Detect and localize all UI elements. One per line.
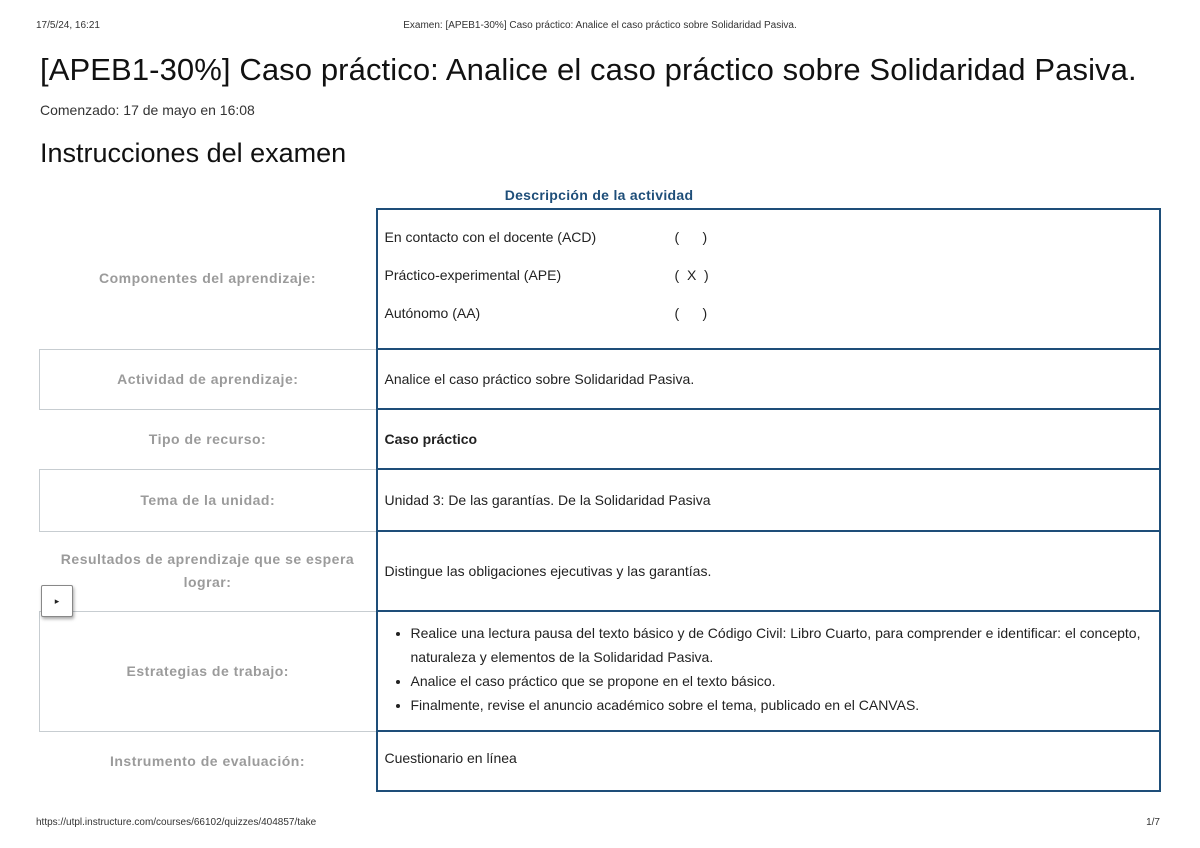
sidebar-toggle-button[interactable]: ▸ — [41, 585, 73, 617]
table-row-instrument: Instrumento de evaluación: Cuestionario … — [40, 730, 1161, 792]
page-number: 1/7 — [1146, 817, 1160, 828]
component-name: Práctico-experimental (APE) — [384, 267, 562, 283]
table-row-results: Resultados de aprendizaje que se espera … — [40, 530, 1161, 612]
unit-label: Tema de la unidad: — [39, 468, 377, 532]
list-item: Realice una lectura pausa del texto bási… — [411, 621, 1154, 669]
component-mark: ( ) — [674, 229, 708, 245]
table-row-strategies: Estrategias de trabajo: Realice una lect… — [39, 610, 1161, 732]
started-label: Comenzado: — [40, 102, 120, 118]
components-label: Componentes del aprendizaje: — [98, 270, 317, 287]
table-row-unit: Tema de la unidad: Unidad 3: De las gara… — [39, 468, 1161, 532]
activity-label: Actividad de aprendizaje: — [39, 348, 377, 410]
list-item: Analice el caso práctico que se propone … — [411, 669, 1154, 693]
component-mark: ( X ) — [674, 267, 709, 283]
page-title: [APEB1-30%] Caso práctico: Analice el ca… — [40, 52, 1137, 87]
components-value: En contacto con el docente (ACD) ( ) Prá… — [375, 208, 1161, 350]
table-row-components: Componentes del aprendizaje: En contacto… — [40, 208, 1161, 350]
print-header: 17/5/24, 16:21 Examen: [APEB1-30%] Caso … — [36, 20, 1164, 34]
component-name: Autónomo (AA) — [384, 305, 481, 321]
table-row-activity: Actividad de aprendizaje: Analice el cas… — [39, 348, 1161, 410]
instrument-label: Instrumento de evaluación: — [109, 752, 306, 769]
results-label: Resultados de aprendizaje que se espera … — [60, 551, 355, 590]
table-caption: Descripción de la actividad — [504, 187, 694, 203]
activity-value: Analice el caso práctico sobre Solidarid… — [375, 348, 1161, 410]
unit-value: Unidad 3: De las garantías. De la Solida… — [375, 468, 1161, 532]
play-triangle-icon: ▸ — [54, 595, 60, 606]
strategies-list: Realice una lectura pausa del texto bási… — [385, 621, 1154, 717]
table-row-resource: Tipo de recurso: Caso práctico — [40, 408, 1161, 470]
strategies-label: Estrategias de trabajo: — [39, 610, 377, 732]
resource-label: Tipo de recurso: — [148, 430, 267, 447]
results-value: Distingue las obligaciones ejecutivas y … — [375, 530, 1161, 612]
component-name: En contacto con el docente (ACD) — [384, 229, 597, 245]
instructions-title: Instrucciones del examen — [40, 138, 347, 168]
activity-description-table: Componentes del aprendizaje: En contacto… — [39, 208, 1161, 792]
started-info: Comenzado: 17 de mayo en 16:08 — [40, 102, 255, 118]
component-item: Práctico-experimental (APE) ( X ) — [385, 262, 1154, 288]
print-doc-title: Examen: [APEB1-30%] Caso práctico: Anali… — [403, 20, 797, 31]
list-item: Finalmente, revise el anuncio académico … — [411, 693, 1154, 717]
component-item: En contacto con el docente (ACD) ( ) — [385, 224, 1154, 250]
resource-value: Caso práctico — [375, 408, 1161, 470]
page-url: https://utpl.instructure.com/courses/661… — [36, 817, 317, 828]
started-value: 17 de mayo en 16:08 — [123, 102, 255, 118]
component-item: Autónomo (AA) ( ) — [385, 300, 1154, 326]
strategies-value: Realice una lectura pausa del texto bási… — [375, 610, 1161, 732]
component-mark: ( ) — [674, 305, 708, 321]
instrument-value: Cuestionario en línea — [375, 730, 1161, 792]
